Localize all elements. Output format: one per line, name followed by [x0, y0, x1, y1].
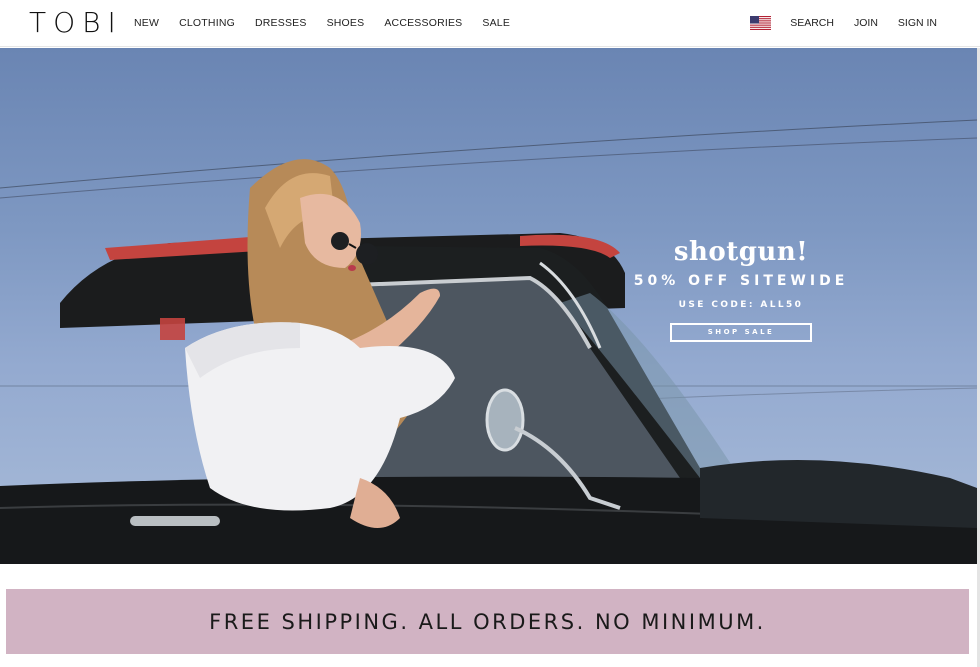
promo-title: shotgun! — [673, 237, 809, 267]
account-nav: SEARCH JOIN SIGN IN — [750, 16, 937, 30]
shop-sale-button[interactable]: SHOP SALE — [670, 323, 812, 342]
sign-in-link[interactable]: SIGN IN — [898, 16, 937, 30]
site-logo[interactable]: TOBI — [29, 7, 123, 39]
search-link[interactable]: SEARCH — [790, 16, 834, 30]
hero-banner[interactable]: shotgun! 50% OFF SITEWIDE USE CODE: ALL5… — [0, 48, 977, 564]
join-link[interactable]: JOIN — [854, 16, 878, 30]
nav-clothing[interactable]: CLOTHING — [179, 16, 235, 30]
nav-dresses[interactable]: DRESSES — [255, 16, 307, 30]
promo-code: USE CODE: ALL50 — [678, 300, 804, 310]
free-shipping-text: FREE SHIPPING. ALL ORDERS. NO MINIMUM. — [209, 609, 766, 634]
nav-shoes[interactable]: SHOES — [327, 16, 365, 30]
nav-new[interactable]: NEW — [134, 16, 159, 30]
promo-headline: 50% OFF SITEWIDE — [633, 273, 849, 289]
main-nav: NEW CLOTHING DRESSES SHOES ACCESSORIES S… — [134, 16, 530, 30]
nav-accessories[interactable]: ACCESSORIES — [384, 16, 462, 30]
nav-sale[interactable]: SALE — [482, 16, 510, 30]
site-header: TOBI NEW CLOTHING DRESSES SHOES ACCESSOR… — [0, 0, 980, 47]
promo-panel: shotgun! 50% OFF SITEWIDE USE CODE: ALL5… — [628, 236, 854, 342]
us-flag-icon[interactable] — [750, 16, 772, 30]
free-shipping-banner[interactable]: FREE SHIPPING. ALL ORDERS. NO MINIMUM. — [6, 589, 969, 654]
